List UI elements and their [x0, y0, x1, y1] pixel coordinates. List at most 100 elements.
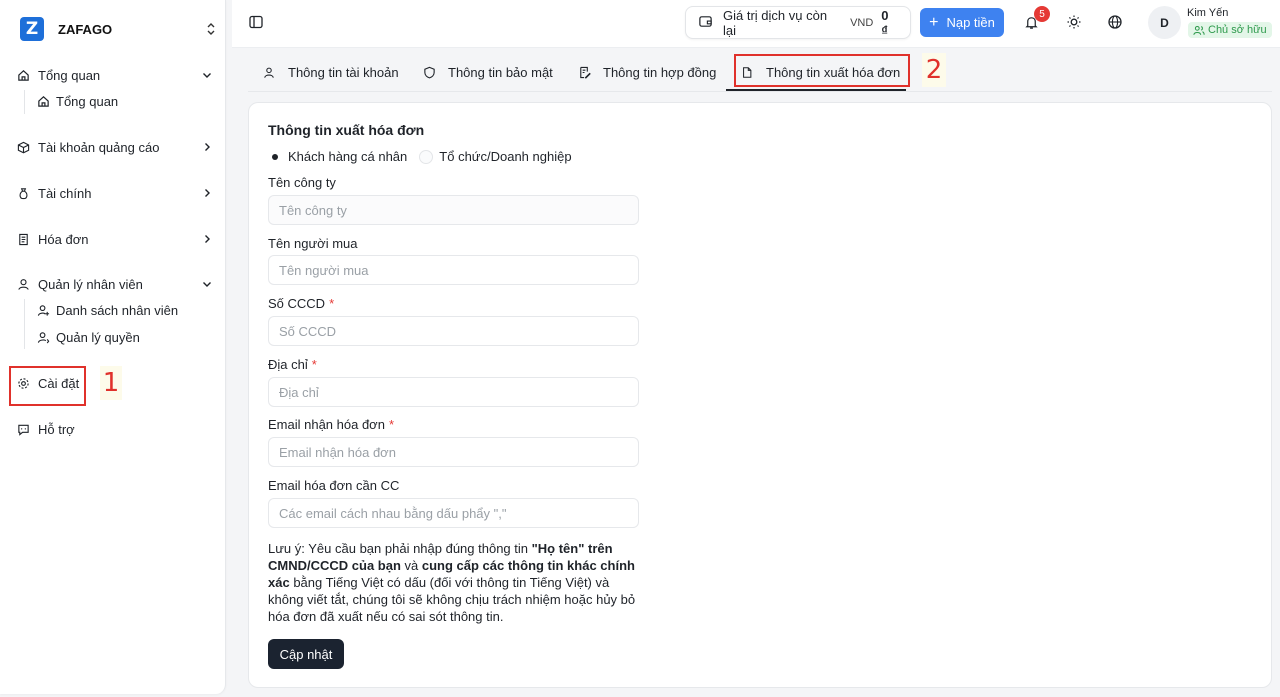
- radio-individual[interactable]: [268, 150, 282, 164]
- tab-contract-info[interactable]: Thông tin hợp đồng: [577, 56, 716, 89]
- sidebar-item-label: Quản lý nhân viên: [38, 276, 143, 292]
- tab-account-info[interactable]: Thông tin tài khoản: [262, 56, 399, 89]
- sidebar-item-invoices[interactable]: Hóa đơn: [16, 228, 212, 250]
- chevron-right-icon: [202, 142, 212, 152]
- note-suffix: bằng Tiếng Việt có dấu (đối với thông ti…: [268, 575, 636, 624]
- shield-icon: [422, 66, 436, 80]
- sidebar-subitem-permissions[interactable]: Quản lý quyền: [36, 326, 140, 348]
- sidebar-item-finance[interactable]: Tài chính: [16, 182, 212, 204]
- sidebar-toggle-icon[interactable]: [246, 12, 266, 32]
- user-name: Kim Yến: [1187, 7, 1229, 19]
- email-label: Email nhận hóa đơn *: [268, 417, 394, 432]
- topup-label: Nạp tiền: [946, 15, 995, 30]
- note-mid: và: [400, 558, 422, 573]
- sidebar-item-label: Tài chính: [38, 185, 92, 201]
- user-icon: [262, 66, 276, 80]
- chevron-down-icon: [202, 279, 212, 289]
- plus-icon: +: [929, 13, 939, 31]
- company-input[interactable]: [268, 195, 639, 225]
- id-number-label: Số CCCD *: [268, 296, 334, 311]
- radio-business[interactable]: [419, 149, 434, 164]
- form-title: Thông tin xuất hóa đơn: [268, 122, 425, 138]
- sidebar-item-label: Hóa đơn: [38, 231, 89, 247]
- brand-switcher[interactable]: Z ZAFAGO: [20, 16, 216, 42]
- balance-label: Giá trị dịch vụ còn lại: [723, 7, 828, 38]
- balance-amount: 0 ₫: [881, 7, 889, 38]
- sidebar-subitem-label: Quản lý quyền: [56, 329, 140, 345]
- sidebar-item-overview[interactable]: Tổng quan: [16, 64, 212, 86]
- sidebar-item-staff[interactable]: Quản lý nhân viên: [16, 273, 212, 295]
- tab-security-info[interactable]: Thông tin bảo mật: [422, 56, 553, 89]
- email-cc-label: Email hóa đơn cần CC: [268, 478, 400, 493]
- invoice-form-card: Thông tin xuất hóa đơn Khách hàng cá nhâ…: [248, 102, 1272, 688]
- chevron-down-icon: [202, 70, 212, 80]
- submenu-line: [24, 90, 25, 114]
- submenu-line: [24, 299, 25, 349]
- id-number-label-text: Số CCCD: [268, 296, 326, 311]
- sun-icon[interactable]: [1065, 13, 1083, 31]
- highlight-box-settings: [9, 366, 86, 406]
- sidebar-item-ad-accounts[interactable]: Tài khoản quảng cáo: [16, 136, 212, 158]
- sidebar-subitem-staff-list[interactable]: Danh sách nhân viên: [36, 299, 178, 321]
- radio-business-label[interactable]: Tổ chức/Doanh nghiệp: [439, 149, 571, 164]
- sidebar-subitem-overview[interactable]: Tổng quan: [36, 90, 118, 112]
- tab-label: Thông tin tài khoản: [288, 65, 399, 80]
- user-plus-icon: [36, 303, 50, 317]
- notification-badge: 5: [1034, 6, 1050, 22]
- chevron-right-icon: [202, 188, 212, 198]
- sidebar-item-support[interactable]: Hỗ trợ: [16, 418, 212, 440]
- required-mark: *: [311, 357, 317, 372]
- wallet-icon: [698, 14, 713, 32]
- customer-type-radio-group: Khách hàng cá nhân Tổ chức/Doanh nghiệp: [268, 149, 572, 164]
- top-header: Giá trị dịch vụ còn lại VND 0 ₫ + Nạp ti…: [232, 0, 1280, 48]
- currency-label: VND: [850, 16, 874, 29]
- buyer-label: Tên người mua: [268, 236, 358, 251]
- user-icon: [16, 277, 30, 291]
- sidebar-item-label: Tổng quan: [38, 67, 101, 83]
- chevron-right-icon: [202, 234, 212, 244]
- tab-label: Thông tin hợp đồng: [603, 65, 717, 80]
- email-input[interactable]: [268, 437, 639, 467]
- buyer-input[interactable]: [268, 255, 639, 285]
- home-icon: [16, 68, 30, 82]
- sidebar-item-label: Hỗ trợ: [38, 421, 75, 437]
- sidebar-subitem-label: Tổng quan: [56, 93, 119, 109]
- step-number-2: 2: [922, 53, 946, 87]
- avatar[interactable]: D: [1148, 6, 1181, 39]
- sidebar-item-label: Tài khoản quảng cáo: [38, 139, 160, 155]
- receipt-icon: [16, 232, 30, 246]
- topup-button[interactable]: + Nạp tiền: [920, 8, 1004, 37]
- required-mark: *: [329, 296, 335, 311]
- money-bag-icon: [16, 186, 30, 200]
- brand-name: ZAFAGO: [58, 21, 113, 37]
- zafago-logo: Z: [20, 17, 44, 41]
- note-prefix: Lưu ý: Yêu cầu bạn phải nhập đúng thông …: [268, 541, 532, 556]
- id-number-input[interactable]: [268, 316, 639, 346]
- email-cc-input[interactable]: [268, 498, 639, 528]
- role-badge: Chủ sở hữu: [1188, 22, 1272, 38]
- globe-icon[interactable]: [1106, 13, 1124, 31]
- invoice-note: Lưu ý: Yêu cầu bạn phải nhập đúng thông …: [268, 540, 638, 625]
- role-label: Chủ sở hữu: [1208, 24, 1267, 36]
- user-icon: [36, 330, 50, 344]
- sidebar-subitem-label: Danh sách nhân viên: [56, 302, 179, 318]
- step-number-1: 1: [100, 366, 122, 400]
- chevron-up-down-icon[interactable]: [206, 22, 216, 37]
- active-tab-underline: [726, 89, 906, 91]
- address-input[interactable]: [268, 377, 639, 407]
- highlight-box-invoice-tab: [734, 54, 910, 87]
- address-label: Địa chỉ *: [268, 357, 317, 372]
- address-label-text: Địa chỉ: [268, 357, 308, 372]
- radio-individual-label[interactable]: Khách hàng cá nhân: [288, 149, 407, 164]
- email-label-text: Email nhận hóa đơn: [268, 417, 385, 432]
- sidebar: Z ZAFAGO Tổng quan Tổng quan Tài khoản q…: [0, 0, 226, 694]
- update-button[interactable]: Cập nhật: [268, 639, 344, 669]
- box-icon: [16, 140, 30, 154]
- users-icon: [1193, 25, 1205, 36]
- chat-icon: [16, 422, 30, 436]
- required-mark: *: [388, 417, 394, 432]
- balance-display: Giá trị dịch vụ còn lại VND 0 ₫: [685, 6, 911, 39]
- company-label: Tên công ty: [268, 175, 336, 190]
- contract-icon: [577, 66, 591, 80]
- tab-label: Thông tin bảo mật: [448, 65, 553, 80]
